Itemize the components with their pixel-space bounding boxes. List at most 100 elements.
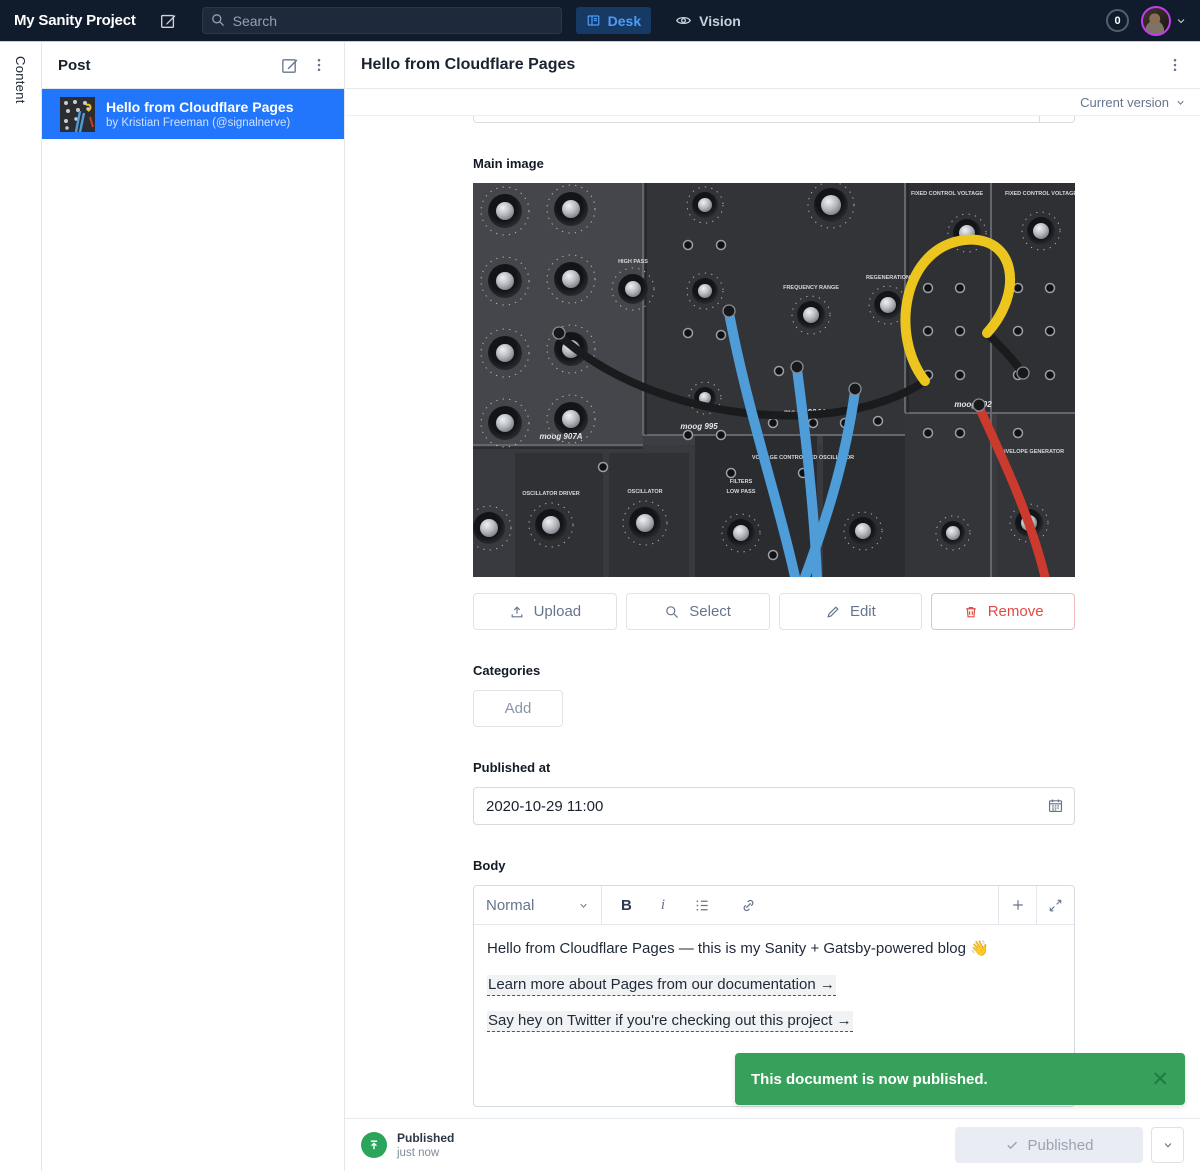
pencil-icon: [825, 604, 841, 620]
publish-status-time: just now: [397, 1147, 454, 1159]
published-button[interactable]: Published: [955, 1127, 1143, 1163]
edit-label: Edit: [850, 603, 876, 620]
project-title: My Sanity Project: [14, 12, 136, 29]
search-container: [202, 7, 562, 34]
post-thumbnail: [60, 97, 95, 132]
kebab-menu-icon: [311, 57, 327, 73]
svg-text:FIXED CONTROL VOLTAGE: FIXED CONTROL VOLTAGE: [911, 191, 983, 197]
clipped-field-divider: [1039, 116, 1040, 122]
top-bar: My Sanity Project Desk Vision 0: [0, 0, 1200, 42]
pane-menu-button[interactable]: [304, 50, 334, 80]
svg-text:REGENERATION: REGENERATION: [866, 275, 910, 281]
body-link[interactable]: Learn more about Pages from our document…: [487, 975, 836, 996]
select-label: Select: [689, 603, 731, 620]
published-button-label: Published: [1028, 1137, 1094, 1154]
upload-button[interactable]: Upload: [473, 593, 617, 630]
publish-menu-button[interactable]: [1151, 1127, 1184, 1163]
publish-status: Published just now: [361, 1131, 454, 1159]
compose-icon: [159, 12, 177, 30]
body-link[interactable]: Say hey on Twitter if you're checking ou…: [487, 1011, 853, 1032]
text-style-select[interactable]: Normal: [474, 886, 602, 924]
toast-notification: This document is now published. ✕: [735, 1053, 1185, 1105]
toast-message: This document is now published.: [751, 1071, 1151, 1088]
chevron-down-icon: [1162, 1139, 1174, 1151]
tab-desk[interactable]: Desk: [576, 7, 651, 34]
publish-status-text: Published just now: [397, 1131, 454, 1159]
select-button[interactable]: Select: [626, 593, 770, 630]
plus-icon: [1010, 897, 1026, 913]
field-label-published-at: Published at: [473, 760, 1075, 775]
document-form: Main image: [345, 116, 1200, 1118]
publish-icon: [361, 1132, 387, 1158]
svg-text:ENVELOPE GENERATOR: ENVELOPE GENERATOR: [998, 449, 1064, 455]
list-item[interactable]: Hello from Cloudflare Pages by Kristian …: [42, 89, 344, 139]
check-icon: [1005, 1138, 1019, 1152]
editor-content[interactable]: Hello from Cloudflare Pages — this is my…: [474, 925, 1074, 1046]
tab-vision[interactable]: Vision: [665, 7, 751, 34]
bullet-list-button[interactable]: [694, 897, 711, 914]
svg-text:FREQUENCY RANGE: FREQUENCY RANGE: [783, 285, 839, 291]
compose-button[interactable]: [154, 7, 182, 35]
upload-label: Upload: [534, 603, 582, 620]
main-image-photo: HIGH PASS FREQUENCY RANGE REGENERATION F…: [473, 183, 1075, 577]
compose-icon: [280, 56, 299, 75]
close-icon[interactable]: ✕: [1151, 1069, 1169, 1090]
publish-status-title: Published: [397, 1131, 454, 1145]
content-rail: Content: [0, 42, 42, 1171]
clipped-field-input[interactable]: [473, 116, 1075, 123]
svg-text:moog 995: moog 995: [680, 422, 718, 431]
editor-toolbar: Normal B i: [474, 886, 1074, 925]
expand-icon: [1048, 898, 1063, 913]
pane-title: Post: [58, 57, 274, 74]
upload-icon: [509, 604, 525, 620]
remove-label: Remove: [988, 603, 1044, 620]
insert-block-button[interactable]: [998, 886, 1036, 924]
image-buttons-row: Upload Select Edit Remove: [473, 593, 1075, 630]
document-pane: Hello from Cloudflare Pages Current vers…: [345, 42, 1200, 1171]
svg-text:moog 907A: moog 907A: [539, 432, 582, 441]
field-label-body: Body: [473, 858, 1075, 873]
eye-icon: [675, 12, 692, 29]
kebab-menu-icon: [1167, 57, 1183, 73]
published-at-field: [473, 787, 1075, 825]
version-bar[interactable]: Current version: [345, 89, 1200, 116]
list-item-subtitle: by Kristian Freeman (@signalnerve): [106, 117, 293, 129]
new-document-button[interactable]: [274, 50, 304, 80]
link-button[interactable]: [740, 897, 757, 914]
post-list-pane: Post Hello from Cloudflare Pages by Kris…: [42, 42, 345, 1171]
search-icon: [664, 604, 680, 620]
calendar-icon[interactable]: [1047, 797, 1064, 814]
body-paragraph: Learn more about Pages from our document…: [487, 974, 1061, 995]
search-input[interactable]: [202, 7, 562, 34]
notifications-badge[interactable]: 0: [1106, 9, 1129, 32]
expand-editor-button[interactable]: [1036, 886, 1074, 924]
document-footer: Published just now Published: [345, 1118, 1200, 1171]
edit-button[interactable]: Edit: [779, 593, 923, 630]
svg-text:LOW PASS: LOW PASS: [727, 489, 756, 495]
app-body: Content Post Hello from Cloudflare Pages: [0, 42, 1200, 1171]
avatar[interactable]: [1141, 6, 1171, 36]
bullet-list-icon: [694, 897, 711, 914]
add-category-button[interactable]: Add: [473, 690, 563, 727]
chevron-down-icon: [578, 900, 589, 911]
version-label: Current version: [1080, 95, 1169, 110]
body-paragraph: Hello from Cloudflare Pages — this is my…: [487, 938, 1061, 959]
document-title: Hello from Cloudflare Pages: [361, 56, 1160, 74]
link-icon: [740, 897, 757, 914]
body-paragraph: Say hey on Twitter if you're checking ou…: [487, 1010, 1061, 1031]
trash-icon: [963, 604, 979, 620]
chevron-down-icon[interactable]: [1176, 16, 1186, 26]
bold-button[interactable]: B: [621, 897, 632, 914]
document-menu-button[interactable]: [1160, 50, 1190, 80]
svg-text:FILTERS: FILTERS: [730, 479, 753, 485]
content-rail-tab[interactable]: Content: [13, 56, 28, 1171]
remove-button[interactable]: Remove: [931, 593, 1075, 630]
tab-vision-label: Vision: [699, 13, 741, 29]
post-pane-header: Post: [42, 42, 344, 89]
document-header: Hello from Cloudflare Pages: [345, 42, 1200, 89]
svg-text:HIGH PASS: HIGH PASS: [618, 259, 648, 265]
field-label-main-image: Main image: [473, 156, 1075, 171]
chevron-down-icon: [1175, 97, 1186, 108]
published-at-input[interactable]: [473, 787, 1075, 825]
italic-button[interactable]: i: [661, 897, 665, 914]
